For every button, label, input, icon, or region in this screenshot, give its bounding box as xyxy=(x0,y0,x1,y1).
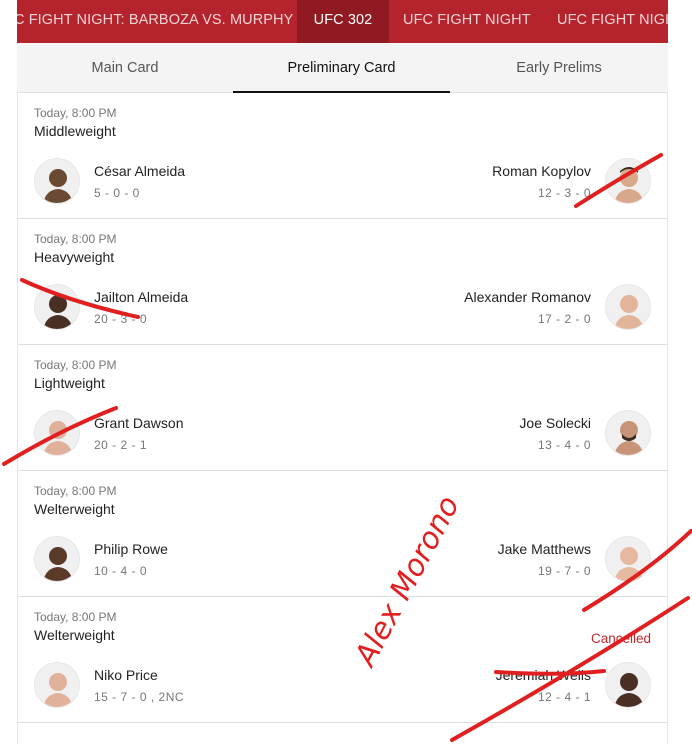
fight-time: Today, 8:00 PM xyxy=(34,610,117,624)
fight-list: Today, 8:00 PM Middleweight César Almeid… xyxy=(17,93,668,744)
fight-row[interactable]: Today, 8:00 PM Lightweight Grant Dawson … xyxy=(18,345,667,471)
fighter-record-right: 19 - 7 - 0 xyxy=(537,564,591,578)
fighter-name-right[interactable]: Jake Matthews xyxy=(498,541,591,557)
status-badge: Cancelled xyxy=(590,631,651,646)
fighter-name-right[interactable]: Joe Solecki xyxy=(519,415,591,431)
fight-time: Today, 8:00 PM xyxy=(34,358,117,372)
fighter-avatar-left[interactable] xyxy=(34,536,80,582)
fighter-avatar-right[interactable] xyxy=(605,662,651,708)
fighter-record-left: 20 - 3 - 0 xyxy=(94,312,148,326)
card-segment-tabs: Main Card Preliminary Card Early Prelims xyxy=(17,43,668,93)
tab-preliminary-card[interactable]: Preliminary Card xyxy=(233,43,450,93)
fighter-name-right[interactable]: Jeremiah Wells xyxy=(496,667,591,683)
fighter-record-right: 13 - 4 - 0 xyxy=(537,438,591,452)
weight-class: Lightweight xyxy=(34,375,105,391)
fighter-record-left: 15 - 7 - 0 , 2NC xyxy=(94,690,185,704)
fight-row[interactable]: Today, 8:00 PM Welterweight Cancelled Ni… xyxy=(18,597,667,723)
fight-row[interactable]: Today, 8:00 PM Heavyweight Jailton Almei… xyxy=(18,219,667,345)
weight-class: Middleweight xyxy=(34,123,116,139)
fighter-name-right[interactable]: Roman Kopylov xyxy=(492,163,591,179)
fighter-record-left: 10 - 4 - 0 xyxy=(94,564,148,578)
fight-time: Today, 8:00 PM xyxy=(34,106,117,120)
event-tab-ufc-fight-night[interactable]: UFC FIGHT NIGHT xyxy=(403,0,535,43)
fighter-name-left[interactable]: César Almeida xyxy=(94,163,185,179)
event-tab-ufc-302[interactable]: UFC 302 xyxy=(297,0,389,43)
fighter-avatar-left[interactable] xyxy=(34,662,80,708)
event-tab-bar: C FIGHT NIGHT: BARBOZA VS. MURPHY UFC 30… xyxy=(17,0,668,43)
fighter-name-left[interactable]: Niko Price xyxy=(94,667,158,683)
fighter-avatar-right[interactable] xyxy=(605,410,651,456)
event-tab-barboza-murphy[interactable]: C FIGHT NIGHT: BARBOZA VS. MURPHY xyxy=(17,0,296,43)
fighter-name-left[interactable]: Jailton Almeida xyxy=(94,289,188,305)
fight-row[interactable]: Today, 8:00 PM Welterweight Philip Rowe … xyxy=(18,471,667,597)
fighter-record-right: 17 - 2 - 0 xyxy=(537,312,591,326)
fighter-record-left: 5 - 0 - 0 xyxy=(94,186,140,200)
weight-class: Welterweight xyxy=(34,501,115,517)
tab-main-card[interactable]: Main Card xyxy=(17,43,233,93)
fighter-record-right: 12 - 4 - 1 xyxy=(537,690,591,704)
fighter-record-right: 12 - 3 - 0 xyxy=(537,186,591,200)
weight-class: Welterweight xyxy=(34,627,115,643)
fighter-avatar-right[interactable] xyxy=(605,536,651,582)
fight-time: Today, 8:00 PM xyxy=(34,232,117,246)
fight-row[interactable]: Today, 8:00 PM Middleweight César Almeid… xyxy=(18,93,667,219)
fighter-avatar-right[interactable] xyxy=(605,284,651,330)
weight-class: Heavyweight xyxy=(34,249,115,265)
tab-early-prelims[interactable]: Early Prelims xyxy=(450,43,668,93)
fighter-avatar-right[interactable] xyxy=(605,158,651,204)
fighter-name-left[interactable]: Grant Dawson xyxy=(94,415,183,431)
fighter-record-left: 20 - 2 - 1 xyxy=(94,438,148,452)
fighter-avatar-left[interactable] xyxy=(34,410,80,456)
fighter-avatar-left[interactable] xyxy=(34,284,80,330)
event-tab-ufc-fight-night-2[interactable]: UFC FIGHT NIGH xyxy=(557,0,668,43)
fighter-name-left[interactable]: Philip Rowe xyxy=(94,541,168,557)
fight-time: Today, 8:00 PM xyxy=(34,484,117,498)
fighter-avatar-left[interactable] xyxy=(34,158,80,204)
fighter-name-right[interactable]: Alexander Romanov xyxy=(464,289,591,305)
